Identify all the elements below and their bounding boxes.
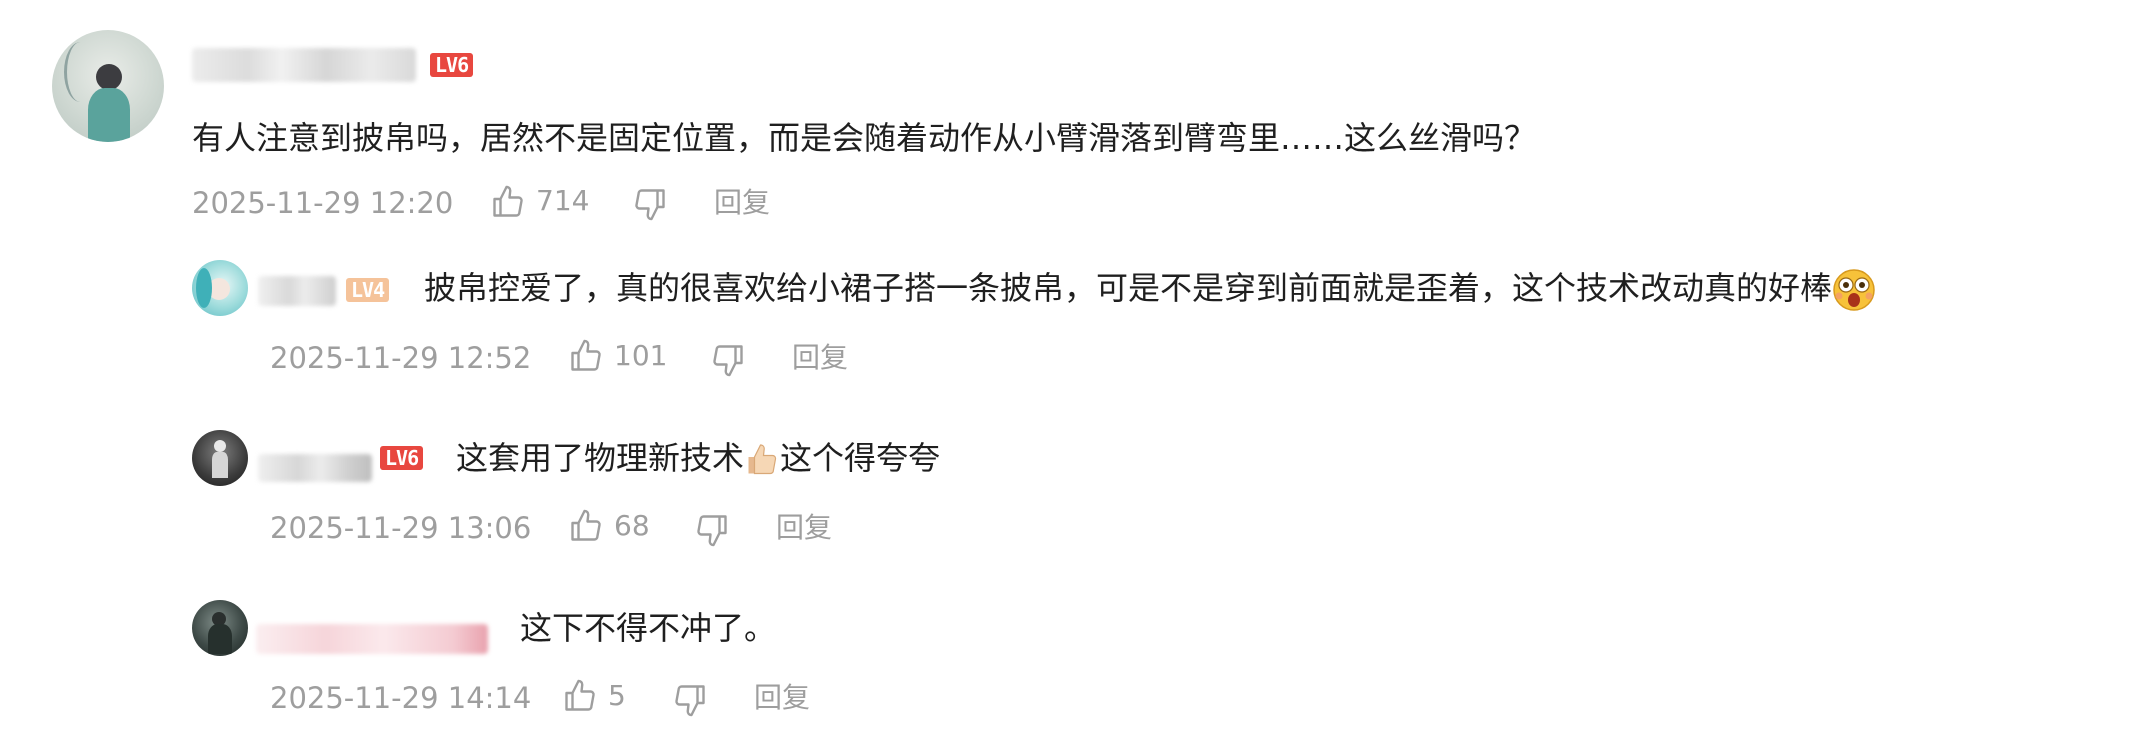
dislike-icon[interactable]: [694, 512, 730, 548]
reply-text: 这套用了物理新技术 这个得夸夸: [456, 436, 940, 480]
avatar[interactable]: [192, 430, 248, 486]
avatar[interactable]: [52, 30, 164, 142]
like-count: 101: [614, 339, 668, 372]
reply-button[interactable]: 回复: [776, 508, 832, 548]
dislike-icon[interactable]: [632, 186, 668, 222]
reply-time: 2025-11-29 13:06: [270, 511, 532, 545]
like-count: 68: [614, 509, 650, 542]
astonished-face-icon: [1833, 269, 1875, 311]
like-count: 714: [536, 184, 590, 217]
username[interactable]: [256, 624, 488, 654]
reply-button[interactable]: 回复: [714, 183, 770, 223]
level-badge: LV6: [380, 446, 424, 470]
thumbs-up-icon: [748, 444, 777, 475]
reply-text: 披帛控爱了，真的很喜欢给小裙子搭一条披帛，可是不是穿到前面就是歪着，这个技术改动…: [424, 266, 1876, 312]
username[interactable]: [192, 48, 416, 82]
reply-button[interactable]: 回复: [754, 678, 810, 718]
level-badge: LV4: [346, 278, 390, 302]
like-icon[interactable]: [562, 678, 598, 714]
reply-time: 2025-11-29 12:52: [270, 341, 532, 375]
reply-text-after: 这个得夸夸: [780, 439, 941, 477]
dislike-icon[interactable]: [710, 342, 746, 378]
avatar[interactable]: [192, 600, 248, 656]
dislike-icon[interactable]: [672, 682, 708, 718]
reply-text-before: 这套用了物理新技术: [456, 439, 745, 477]
reply-text: 这下不得不冲了。: [520, 609, 777, 647]
like-icon[interactable]: [568, 338, 604, 374]
like-icon[interactable]: [568, 508, 604, 544]
reply-time: 2025-11-29 14:14: [270, 681, 532, 715]
username[interactable]: [258, 276, 336, 306]
level-badge: LV6: [430, 53, 474, 77]
comment-text: 有人注意到披帛吗，居然不是固定位置，而是会随着动作从小臂滑落到臂弯里……这么丝滑…: [192, 119, 1537, 157]
reply-button[interactable]: 回复: [792, 338, 848, 378]
avatar[interactable]: [192, 260, 248, 316]
comment-time: 2025-11-29 12:20: [192, 186, 454, 220]
reply-text-body: 披帛控爱了，真的很喜欢给小裙子搭一条披帛，可是不是穿到前面就是歪着，这个技术改动…: [424, 269, 1833, 307]
like-icon[interactable]: [490, 184, 526, 220]
like-count: 5: [608, 679, 626, 712]
username[interactable]: [258, 454, 372, 482]
